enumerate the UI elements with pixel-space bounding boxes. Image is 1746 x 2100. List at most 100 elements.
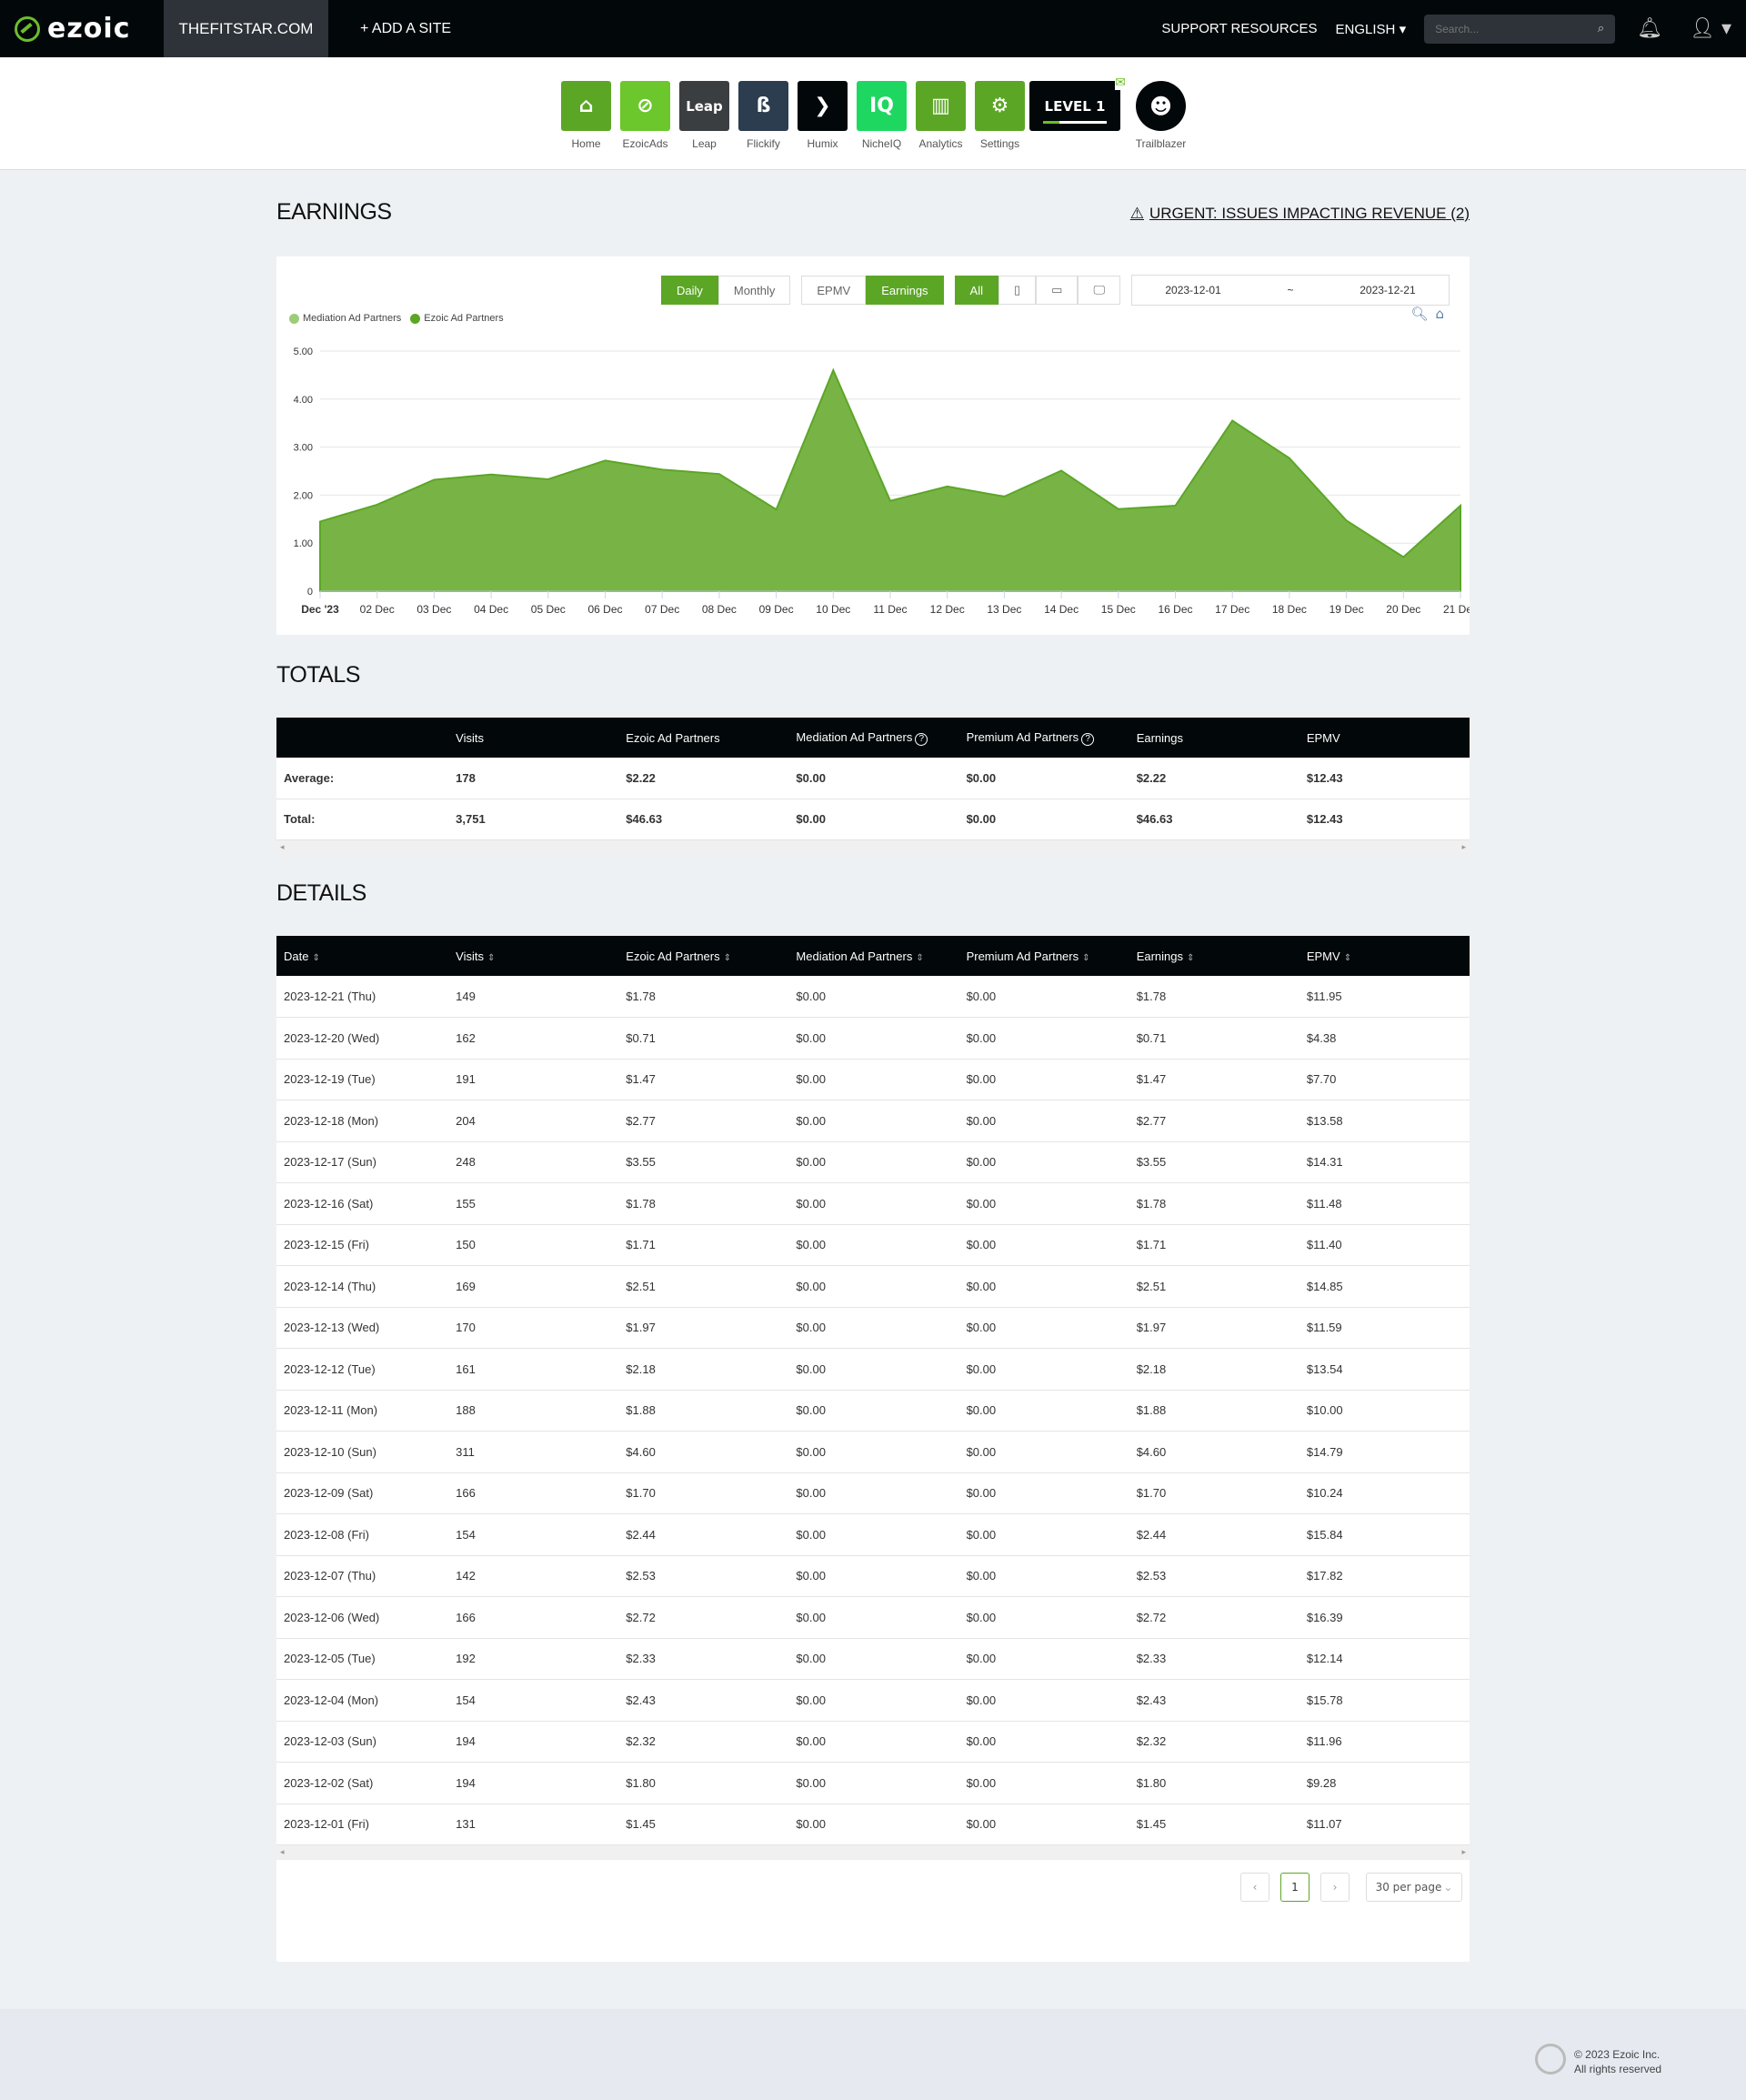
details-column-header[interactable]: Earnings ⇕ xyxy=(1129,936,1299,976)
table-cell: 166 xyxy=(448,1472,619,1514)
details-column-header[interactable]: Ezoic Ad Partners ⇕ xyxy=(618,936,789,976)
flickify-icon: ß xyxy=(738,81,788,131)
details-scrollbar[interactable]: ◂ ▸ xyxy=(276,1845,1470,1860)
help-icon[interactable]: ? xyxy=(915,732,928,746)
x-tick-label: 07 Dec xyxy=(645,603,679,616)
y-tick-label: 2.00 xyxy=(294,490,313,501)
next-page-button[interactable]: › xyxy=(1320,1873,1350,1902)
sort-icon[interactable]: ⇕ xyxy=(1082,953,1089,963)
table-cell: $0.00 xyxy=(958,1721,1129,1763)
table-cell: 169 xyxy=(448,1265,619,1308)
details-column-header[interactable]: Visits ⇕ xyxy=(448,936,619,976)
table-cell: $11.95 xyxy=(1299,976,1470,1018)
per-page-select[interactable]: 30 per page ⌄ xyxy=(1366,1873,1462,1902)
table-cell: $0.00 xyxy=(958,1307,1129,1349)
table-cell: $11.96 xyxy=(1299,1721,1470,1763)
chevron-down-icon: ⌄ xyxy=(1443,1881,1453,1894)
site-selector[interactable]: THEFITSTAR.COM xyxy=(164,0,328,57)
table-cell: $2.32 xyxy=(618,1721,789,1763)
table-cell: $1.88 xyxy=(1129,1390,1299,1432)
level-badge[interactable]: LEVEL 1 ✉ xyxy=(1029,75,1131,150)
table-cell: $0.00 xyxy=(788,1555,959,1597)
table-cell: $0.00 xyxy=(958,1100,1129,1142)
table-cell: $1.45 xyxy=(618,1804,789,1845)
table-cell: $4.60 xyxy=(618,1431,789,1473)
language-dropdown[interactable]: ENGLISH ▾ xyxy=(1336,21,1407,37)
y-tick-label: 3.00 xyxy=(294,443,313,454)
mail-icon[interactable]: ✉ xyxy=(1115,75,1126,90)
app-trailblazer[interactable]: ☻ Trailblazer xyxy=(1131,81,1190,150)
details-column-header[interactable]: EPMV ⇕ xyxy=(1299,936,1470,976)
column-label: Ezoic Ad Partners xyxy=(626,730,720,745)
page-1-button[interactable]: 1 xyxy=(1280,1873,1310,1902)
app-analytics[interactable]: ▥ Analytics xyxy=(911,81,970,150)
table-cell: 2023-12-19 (Tue) xyxy=(276,1059,449,1100)
leap-icon: Leap xyxy=(679,81,729,131)
search-input[interactable] xyxy=(1435,22,1572,35)
app-home[interactable]: ⌂ Home xyxy=(557,81,616,150)
table-cell: 166 xyxy=(448,1596,619,1639)
column-label: Mediation Ad Partners xyxy=(796,949,913,963)
level-progress-bar xyxy=(1043,121,1107,124)
details-column-header[interactable]: Mediation Ad Partners ⇕ xyxy=(788,936,959,976)
app-nicheiq[interactable]: IQ NicheIQ xyxy=(852,81,911,150)
user-icon[interactable]: 👤︎ ▾ xyxy=(1690,17,1731,40)
app-flickify[interactable]: ß Flickify xyxy=(734,81,793,150)
search-box[interactable]: ⌕ xyxy=(1424,14,1616,44)
app-settings[interactable]: ⚙ Settings xyxy=(970,81,1029,150)
table-row: 2023-12-02 (Sat) 194 $1.80 $0.00 $0.00 $1.80 $… xyxy=(276,1762,1470,1804)
earnings-chart-card: Daily Monthly EPMV Earnings All ▯ ▭ 🖵︎ 2… xyxy=(276,256,1470,635)
sort-icon[interactable]: ⇕ xyxy=(724,953,731,963)
table-cell: 154 xyxy=(448,1513,619,1556)
help-icon[interactable]: ? xyxy=(1081,732,1095,746)
table-cell: $1.78 xyxy=(1129,976,1299,1018)
totals-scrollbar[interactable]: ◂ ▸ xyxy=(276,839,1470,855)
x-tick-label: 11 Dec xyxy=(873,603,907,616)
table-cell: $3.55 xyxy=(1129,1141,1299,1183)
totals-column-header: Ezoic Ad Partners xyxy=(618,718,789,758)
totals-cell: $0.00 xyxy=(788,799,959,840)
app-label: Flickify xyxy=(747,137,780,150)
ezoic-footer-logo-icon xyxy=(1535,2044,1566,2075)
table-cell: 2023-12-05 (Tue) xyxy=(276,1638,449,1680)
sort-icon[interactable]: ⇕ xyxy=(1187,953,1194,963)
app-ezoicads[interactable]: ⊘ EzoicAds xyxy=(616,81,675,150)
warning-icon: ⚠ xyxy=(1129,205,1144,222)
support-resources-link[interactable]: SUPPORT RESOURCES xyxy=(1161,21,1317,36)
column-label: EPMV xyxy=(1306,949,1340,963)
table-cell: $11.48 xyxy=(1299,1182,1470,1225)
sort-icon[interactable]: ⇕ xyxy=(312,953,319,963)
table-cell: $0.00 xyxy=(788,1017,959,1060)
table-cell: 204 xyxy=(448,1100,619,1142)
table-cell: $0.00 xyxy=(788,1513,959,1556)
details-title: DETAILS xyxy=(276,880,366,906)
table-cell: 192 xyxy=(448,1638,619,1680)
table-cell: 2023-12-15 (Fri) xyxy=(276,1224,449,1266)
urgent-issues-link[interactable]: ⚠ URGENT: ISSUES IMPACTING REVENUE (2) xyxy=(1130,205,1470,223)
app-humix[interactable]: ❯ Humix xyxy=(793,81,852,150)
details-column-header[interactable]: Date ⇕ xyxy=(276,936,449,976)
table-cell: $0.00 xyxy=(958,1017,1129,1060)
prev-page-button[interactable]: ‹ xyxy=(1240,1873,1269,1902)
sort-icon[interactable]: ⇕ xyxy=(1344,953,1351,963)
add-site-link[interactable]: + ADD A SITE xyxy=(360,21,451,37)
column-label: Premium Ad Partners xyxy=(966,729,1079,744)
table-cell: $0.00 xyxy=(788,1307,959,1349)
column-label: EPMV xyxy=(1306,730,1340,745)
table-cell: 2023-12-07 (Thu) xyxy=(276,1555,449,1597)
table-row: 2023-12-01 (Fri) 131 $1.45 $0.00 $0.00 $1.45 $… xyxy=(276,1804,1470,1845)
table-cell: $0.00 xyxy=(788,1804,959,1845)
sort-icon[interactable]: ⇕ xyxy=(916,953,923,963)
ezoic-logo[interactable]: ezoic xyxy=(0,0,164,57)
app-leap[interactable]: Leap Leap xyxy=(675,81,734,150)
details-column-header[interactable]: Premium Ad Partners ⇕ xyxy=(958,936,1129,976)
sort-icon[interactable]: ⇕ xyxy=(487,953,495,963)
table-cell: 2023-12-11 (Mon) xyxy=(276,1390,449,1432)
bell-icon[interactable]: 🔔︎ xyxy=(1637,17,1662,40)
search-icon[interactable]: ⌕ xyxy=(1598,22,1604,35)
totals-cell: $0.00 xyxy=(958,799,1129,840)
astronaut-icon: ☻ xyxy=(1136,81,1186,131)
totals-cell: Total: xyxy=(276,799,449,840)
table-cell: $1.71 xyxy=(1129,1224,1299,1266)
table-cell: $0.00 xyxy=(958,1224,1129,1266)
